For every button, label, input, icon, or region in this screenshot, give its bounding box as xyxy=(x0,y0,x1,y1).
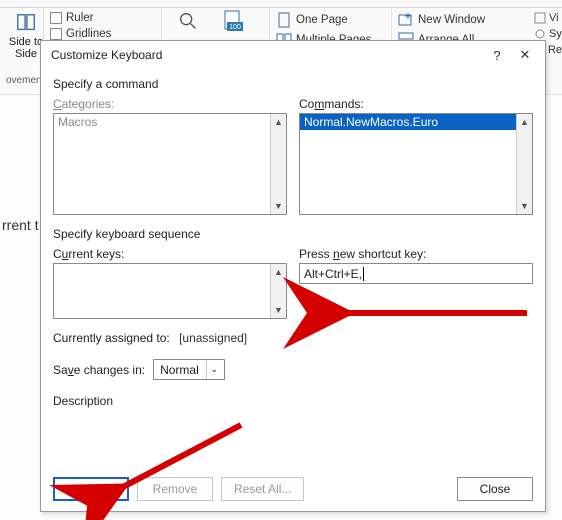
commands-listbox[interactable]: Normal.NewMacros.Euro ▲ ▼ xyxy=(299,113,533,215)
scroll-down-icon[interactable]: ▼ xyxy=(517,198,532,214)
ruler-checkbox[interactable]: Ruler xyxy=(50,12,155,24)
save-changes-value: Normal xyxy=(160,363,199,377)
new-window-icon xyxy=(398,12,414,28)
page-100-icon: 100 xyxy=(221,10,247,32)
doc-text-fragment: rrent t xyxy=(2,217,39,233)
checkbox-icon xyxy=(50,12,62,24)
scrollbar[interactable]: ▲ ▼ xyxy=(270,114,286,214)
one-page-button[interactable]: One Page xyxy=(276,12,385,28)
press-new-label: Press new shortcut key: xyxy=(299,247,533,261)
text-caret xyxy=(363,267,364,281)
checkbox-icon xyxy=(50,28,62,40)
help-button[interactable]: ? xyxy=(483,44,511,66)
shortcut-input[interactable]: Alt+Ctrl+E, xyxy=(299,263,533,284)
close-button[interactable]: Close xyxy=(457,477,533,501)
square-icon xyxy=(534,12,546,24)
save-changes-combo[interactable]: Normal ⌄ xyxy=(153,359,225,380)
close-x-button[interactable]: ✕ xyxy=(511,44,539,66)
customize-keyboard-dialog: Customize Keyboard ? ✕ Specify a command… xyxy=(40,40,546,512)
chevron-down-icon: ⌄ xyxy=(206,360,223,379)
commands-item-selected[interactable]: Normal.NewMacros.Euro xyxy=(300,114,532,130)
dialog-title: Customize Keyboard xyxy=(51,48,483,62)
assign-button[interactable]: Assign xyxy=(53,477,129,501)
sliver-vi[interactable]: Vi xyxy=(532,12,562,24)
sync-icon xyxy=(534,28,546,40)
sliver-sy[interactable]: Sy xyxy=(532,28,562,40)
help-icon: ? xyxy=(493,48,500,63)
scroll-up-icon[interactable]: ▲ xyxy=(271,114,286,130)
new-window-button[interactable]: New Window xyxy=(398,12,494,28)
description-label: Description xyxy=(53,394,533,408)
hundred-button[interactable]: 100 xyxy=(214,10,254,32)
scrollbar[interactable]: ▲ ▼ xyxy=(270,264,286,318)
scrollbar[interactable]: ▲ ▼ xyxy=(516,114,532,214)
dialog-titlebar[interactable]: Customize Keyboard ? ✕ xyxy=(41,41,545,69)
zoom-button[interactable] xyxy=(168,10,208,32)
current-keys-label: Current keys: xyxy=(53,247,287,261)
scroll-down-icon[interactable]: ▼ xyxy=(271,302,286,318)
assigned-value: [unassigned] xyxy=(179,331,247,345)
gridlines-checkbox[interactable]: Gridlines xyxy=(50,28,155,40)
assigned-label: Currently assigned to: xyxy=(53,331,170,345)
reset-all-button[interactable]: Reset All... xyxy=(221,477,304,501)
commands-label: Commands: xyxy=(299,97,533,111)
scroll-up-icon[interactable]: ▲ xyxy=(517,114,532,130)
one-page-icon xyxy=(276,12,292,28)
remove-button[interactable]: Remove xyxy=(137,477,213,501)
save-changes-label: Save changes in: xyxy=(53,363,145,377)
scroll-down-icon[interactable]: ▼ xyxy=(271,198,286,214)
categories-item[interactable]: Macros xyxy=(54,114,286,130)
close-icon: ✕ xyxy=(520,47,531,63)
svg-text:100: 100 xyxy=(229,24,241,31)
magnifier-icon xyxy=(177,10,199,32)
currently-assigned-row: Currently assigned to: [unassigned] xyxy=(53,331,533,345)
categories-listbox[interactable]: Macros ▲ ▼ xyxy=(53,113,287,215)
scroll-up-icon[interactable]: ▲ xyxy=(271,264,286,280)
specify-command-label: Specify a command xyxy=(53,77,533,91)
shortcut-value: Alt+Ctrl+E, xyxy=(304,267,362,281)
categories-label: Categories: xyxy=(53,97,287,111)
specify-sequence-label: Specify keyboard sequence xyxy=(53,227,533,241)
side-to-side-icon xyxy=(15,12,37,34)
ribbon-group-movement: Side to Side ovement xyxy=(0,8,44,88)
current-keys-listbox[interactable]: ▲ ▼ xyxy=(53,263,287,319)
group-label-movement: ovement xyxy=(6,75,37,88)
